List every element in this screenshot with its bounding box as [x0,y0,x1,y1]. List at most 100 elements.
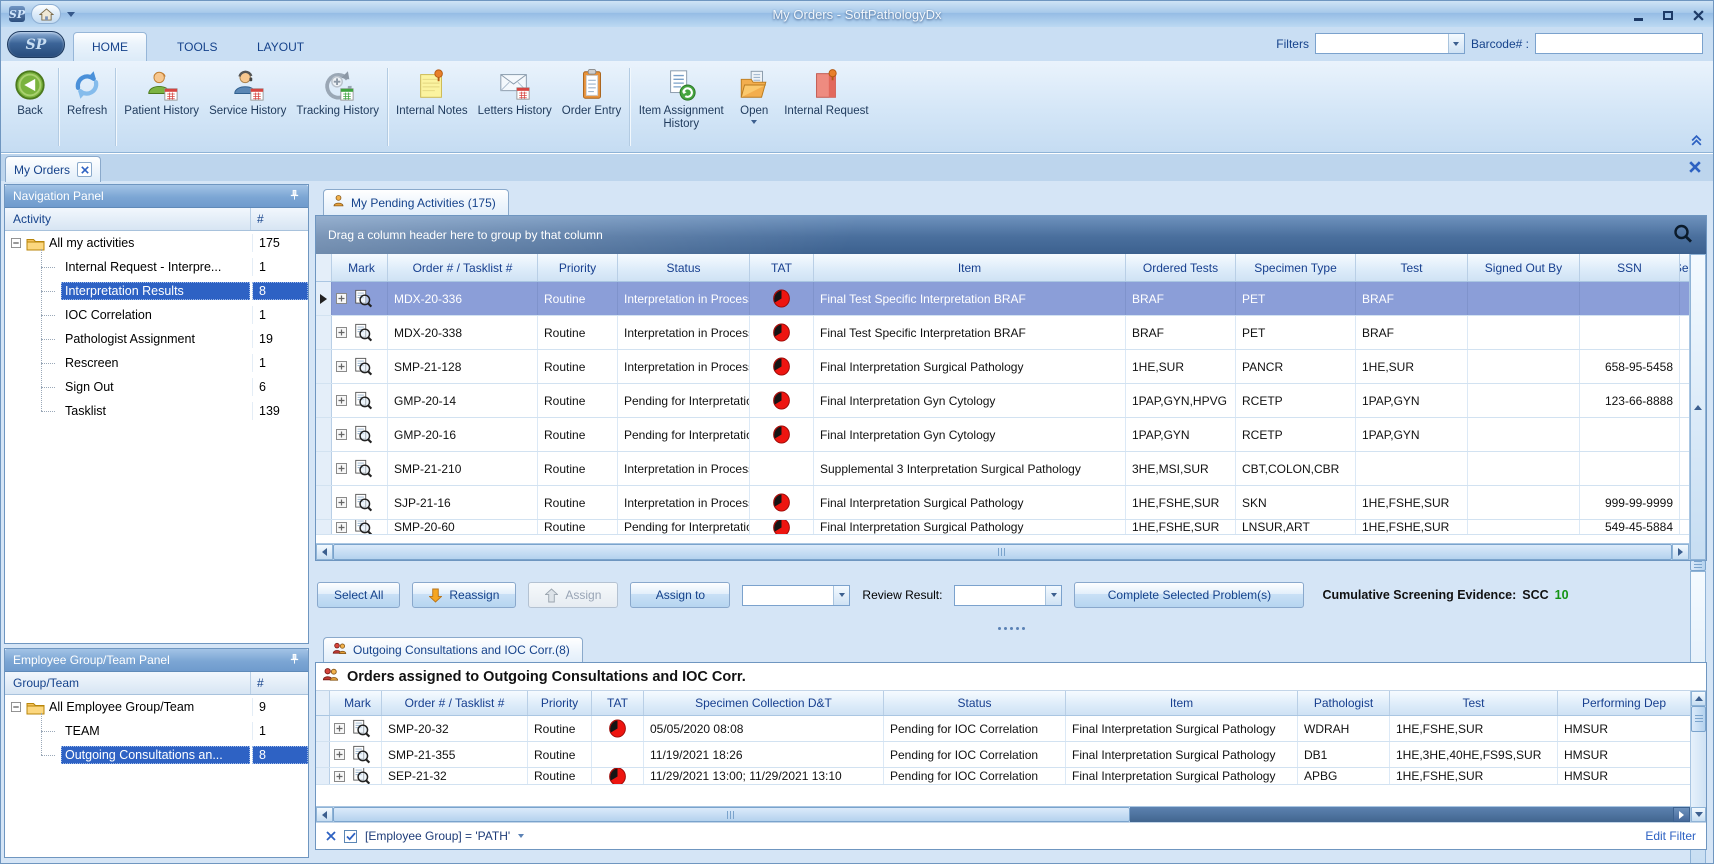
tab-layout[interactable]: LAYOUT [239,32,322,61]
ribbon-button-refresh[interactable]: Refresh [62,64,112,150]
column-header-specimen-type[interactable]: Specimen Type [1236,254,1356,281]
ribbon-button-open[interactable]: Open [729,64,779,150]
expand-row-icon[interactable] [336,429,347,440]
table-row[interactable]: SMP-21-355Routine11/19/2021 18:26Pending… [316,742,1690,768]
tree-item-internal-request-interpre-[interactable]: Internal Request - Interpre...1 [5,255,308,279]
ribbon-button-internal-notes[interactable]: Internal Notes [391,64,473,150]
reassign-button[interactable]: Reassign [412,582,516,608]
scroll-left-button[interactable] [316,807,333,822]
column-header-order-#-tasklist-#[interactable]: Order # / Tasklist # [382,691,528,715]
filters-dropdown[interactable] [1315,33,1465,54]
expand-row-icon[interactable] [336,522,347,533]
scroll-right-button[interactable] [1673,807,1690,822]
column-header-ordered-tests[interactable]: Ordered Tests [1126,254,1236,281]
column-header-mark[interactable]: Mark [330,691,382,715]
preview-document-icon[interactable] [351,768,371,784]
preview-document-icon[interactable] [351,745,371,765]
expand-row-icon[interactable] [336,293,347,304]
scrollbar-thumb[interactable] [1691,706,1706,732]
scrollbar-thumb[interactable] [333,807,1130,822]
expand-row-icon[interactable] [336,361,347,372]
tree-item-ioc-correlation[interactable]: IOC Correlation1 [5,303,308,327]
home-quick-access-button[interactable] [31,4,61,24]
table-row[interactable]: SMP-20-60RoutinePending for Interpretati… [316,520,1689,535]
ribbon-button-order-entry[interactable]: Order Entry [557,64,626,150]
splitter-handle[interactable] [315,624,1707,632]
column-header-test[interactable]: Test [1390,691,1558,715]
scroll-right-button[interactable] [1672,544,1689,560]
table-row[interactable]: SMP-21-210RoutineInterpretation in Proce… [316,452,1689,486]
table-row[interactable]: SMP-20-32Routine05/05/2020 08:08Pending … [316,716,1690,742]
tab-my-pending-activities[interactable]: My Pending Activities (175) [323,189,509,215]
column-count[interactable]: # [250,208,308,230]
column-header-priority[interactable]: Priority [538,254,618,281]
assign-button[interactable]: Assign [528,582,618,608]
column-header-item[interactable]: Item [1066,691,1298,715]
restore-button[interactable] [1661,8,1675,21]
quick-access-caret-icon[interactable] [67,12,75,17]
preview-document-icon[interactable] [353,520,373,534]
remove-filter-icon[interactable] [326,831,336,841]
column-group-team[interactable]: Group/Team [5,676,250,690]
minimize-button[interactable] [1631,8,1645,21]
ribbon-button-back[interactable]: Back [5,64,55,150]
close-document-area-button[interactable] [1689,160,1701,178]
barcode-input[interactable] [1535,33,1703,54]
preview-document-icon[interactable] [353,391,373,411]
application-menu-button[interactable]: SP [7,31,65,58]
column-header-status[interactable]: Status [618,254,750,281]
expand-row-icon[interactable] [336,395,347,406]
column-header-tat[interactable]: TAT [750,254,814,281]
scroll-up-button[interactable] [1691,691,1706,706]
vertical-scrollbar[interactable] [1690,691,1706,822]
horizontal-scrollbar[interactable] [316,543,1689,560]
doc-tab-my-orders[interactable]: My Orders [5,156,101,182]
column-header-specimen-collection-d-t[interactable]: Specimen Collection D&T [644,691,884,715]
tree-item-all-my-activities[interactable]: All my activities175 [5,231,308,255]
scroll-down-button[interactable] [1691,807,1706,822]
preview-document-icon[interactable] [353,323,373,343]
ribbon-button-item-assignment-history[interactable]: Item Assignment History [633,64,729,150]
collapse-minus-icon[interactable] [11,238,21,248]
preview-document-icon[interactable] [353,493,373,513]
column-header-mark[interactable]: Mark [332,254,388,281]
close-button[interactable] [1691,8,1705,21]
preview-document-icon[interactable] [353,425,373,445]
pin-icon[interactable] [289,653,300,668]
ribbon-button-service-history[interactable]: Service History [204,64,291,150]
column-header-priority[interactable]: Priority [528,691,592,715]
chevron-down-icon[interactable] [518,834,524,838]
ribbon-button-patient-history[interactable]: Patient History [119,64,204,150]
scrollbar-thumb[interactable] [1690,560,1706,571]
table-row[interactable]: MDX-20-338RoutineInterpretation in Proce… [316,316,1689,350]
tree-item-rescreen[interactable]: Rescreen1 [5,351,308,375]
tree-item-all-employee-group-team[interactable]: All Employee Group/Team9 [5,695,308,719]
column-header-performing-dep[interactable]: Performing Dep [1558,691,1690,715]
tree-item-sign-out[interactable]: Sign Out6 [5,375,308,399]
ribbon-button-internal-request[interactable]: Internal Request [779,64,873,150]
review-result-dropdown[interactable] [954,585,1062,606]
table-row[interactable]: GMP-20-16RoutinePending for Interpretati… [316,418,1689,452]
pin-icon[interactable] [289,189,300,204]
edit-filter-link[interactable]: Edit Filter [1645,829,1696,843]
expand-row-icon[interactable] [334,723,345,734]
tree-item-tasklist[interactable]: Tasklist139 [5,399,308,423]
column-header-pathologist[interactable]: Pathologist [1298,691,1390,715]
preview-document-icon[interactable] [351,719,371,739]
column-count[interactable]: # [250,672,308,694]
table-row[interactable]: SMP-21-128RoutineInterpretation in Proce… [316,350,1689,384]
collapse-minus-icon[interactable] [11,702,21,712]
scroll-up-button[interactable] [1690,254,1706,560]
expand-row-icon[interactable] [334,749,345,760]
column-header-tat[interactable]: TAT [592,691,644,715]
filter-expression[interactable]: [Employee Group] = 'PATH' [365,829,510,843]
column-header-status[interactable]: Status [884,691,1066,715]
column-header-sen[interactable]: Sen [1680,254,1689,281]
expand-row-icon[interactable] [336,463,347,474]
scrollbar-thumb[interactable] [333,544,1672,560]
vertical-scrollbar[interactable] [1689,254,1706,560]
ribbon-button-tracking-history[interactable]: Tracking History [291,64,384,150]
table-row[interactable]: GMP-20-14RoutinePending for Interpretati… [316,384,1689,418]
preview-document-icon[interactable] [353,459,373,479]
preview-document-icon[interactable] [353,357,373,377]
